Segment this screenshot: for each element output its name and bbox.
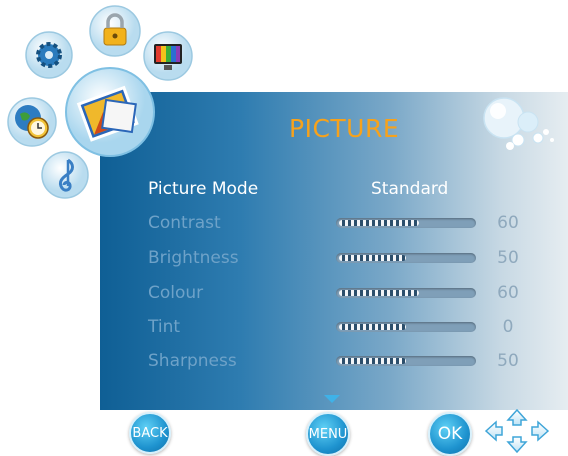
back-button[interactable]: BACK (129, 412, 171, 454)
sharpness-slider[interactable] (336, 356, 476, 366)
colour-label[interactable]: Colour (148, 283, 203, 303)
brightness-label[interactable]: Brightness (148, 248, 239, 268)
tv-icon[interactable] (142, 30, 194, 82)
tint-slider[interactable] (336, 322, 476, 332)
brightness-value: 50 (497, 248, 519, 268)
ok-button[interactable]: OK (428, 412, 472, 456)
tint-label[interactable]: Tint (148, 317, 180, 337)
bubbles-decoration-icon (483, 97, 554, 150)
picture-mode-label[interactable]: Picture Mode (148, 179, 258, 199)
colour-slider-fill (339, 290, 419, 296)
colour-slider[interactable] (336, 288, 476, 298)
scroll-down-icon (324, 395, 340, 403)
contrast-label[interactable]: Contrast (148, 213, 221, 233)
clock-globe-icon[interactable] (6, 96, 58, 148)
contrast-slider-fill (339, 220, 419, 226)
brightness-slider-fill (339, 255, 406, 261)
colour-value: 60 (497, 283, 519, 303)
tint-slider-fill (339, 324, 406, 330)
brightness-slider[interactable] (336, 253, 476, 263)
lock-icon[interactable] (88, 4, 142, 58)
sharpness-slider-fill (339, 358, 406, 364)
menu-button[interactable]: MENU (306, 412, 350, 456)
sharpness-value: 50 (497, 351, 519, 371)
picture-mode-value[interactable]: Standard (371, 179, 448, 199)
sharpness-label[interactable]: Sharpness (148, 351, 237, 371)
music-note-icon[interactable] (40, 150, 90, 200)
menu-title: PICTURE (289, 114, 400, 143)
contrast-slider[interactable] (336, 218, 476, 228)
contrast-value: 60 (497, 213, 519, 233)
gear-icon[interactable] (24, 30, 74, 80)
picture-icon[interactable] (64, 66, 156, 158)
dpad-arrows-icon[interactable] (482, 408, 552, 454)
tint-value: 0 (502, 317, 514, 337)
